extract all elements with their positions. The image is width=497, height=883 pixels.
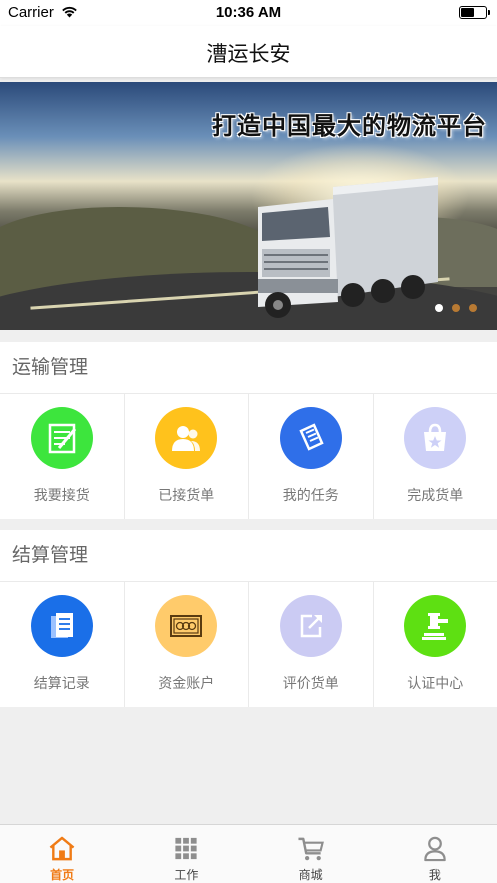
cell-label: 我要接货 (33, 487, 90, 503)
scroll-icon (279, 407, 342, 469)
cell-label: 结算记录 (33, 675, 90, 691)
shopping-bag-icon (404, 407, 467, 469)
transport-management-section: 运输管理 我要接货 已接货单 我的任务 完成货单 (0, 342, 497, 519)
tab-bar: 首页 工作 商城 我 (0, 824, 497, 883)
completed-orders-button[interactable]: 完成货单 (374, 394, 497, 519)
accepted-orders-button[interactable]: 已接货单 (125, 394, 249, 519)
status-bar: Carrier 10:36 AM (0, 0, 497, 26)
cell-label: 认证中心 (407, 675, 464, 691)
banner-slogan: 打造中国最大的物流平台 (212, 113, 487, 140)
cell-label: 资金账户 (158, 675, 215, 691)
tab-label: 工作 (174, 868, 199, 882)
documents-icon (30, 595, 93, 657)
cell-label: 已接货单 (158, 487, 215, 503)
page-title: 漕运长安 (206, 43, 291, 66)
certification-center-button[interactable]: 认证中心 (374, 582, 497, 707)
settlement-management-section: 结算管理 结算记录 资金账户 评价货单 认证中心 (0, 530, 497, 707)
fund-account-button[interactable]: 资金账户 (125, 582, 249, 707)
settlement-records-button[interactable]: 结算记录 (0, 582, 125, 707)
accept-goods-button[interactable]: 我要接货 (0, 394, 125, 519)
tab-me[interactable]: 我 (373, 825, 497, 883)
grid-icon (175, 837, 197, 860)
battery-icon (459, 6, 490, 19)
cell-label: 评价货单 (282, 675, 339, 691)
tab-mall[interactable]: 商城 (249, 825, 373, 883)
tab-home[interactable]: 首页 (0, 825, 124, 883)
my-tasks-button[interactable]: 我的任务 (249, 394, 374, 519)
cart-icon (298, 837, 324, 861)
person-icon (424, 836, 446, 862)
cell-label: 完成货单 (407, 487, 464, 503)
carousel-dot[interactable] (452, 304, 460, 312)
truck-image (258, 177, 438, 318)
carousel-dot[interactable] (435, 304, 443, 312)
clock: 10:36 AM (215, 4, 282, 21)
banner-carousel[interactable]: 打造中国最大的物流平台 (0, 82, 497, 330)
money-icon (155, 595, 218, 657)
tab-label: 首页 (50, 868, 75, 882)
share-icon (279, 595, 342, 657)
tab-label: 商城 (298, 868, 323, 882)
carousel-dot[interactable] (469, 304, 477, 312)
section-title: 运输管理 (0, 342, 497, 394)
nav-bar: 漕运长安 (0, 26, 497, 78)
section-title: 结算管理 (0, 530, 497, 582)
rate-order-button[interactable]: 评价货单 (249, 582, 374, 707)
users-icon (155, 407, 218, 469)
home-icon (49, 836, 75, 861)
carousel-indicator[interactable] (435, 304, 477, 312)
gavel-icon (404, 595, 467, 657)
checklist-icon (30, 407, 93, 469)
tab-work[interactable]: 工作 (124, 825, 248, 883)
cell-label: 我的任务 (282, 487, 339, 503)
tab-label: 我 (428, 868, 441, 882)
